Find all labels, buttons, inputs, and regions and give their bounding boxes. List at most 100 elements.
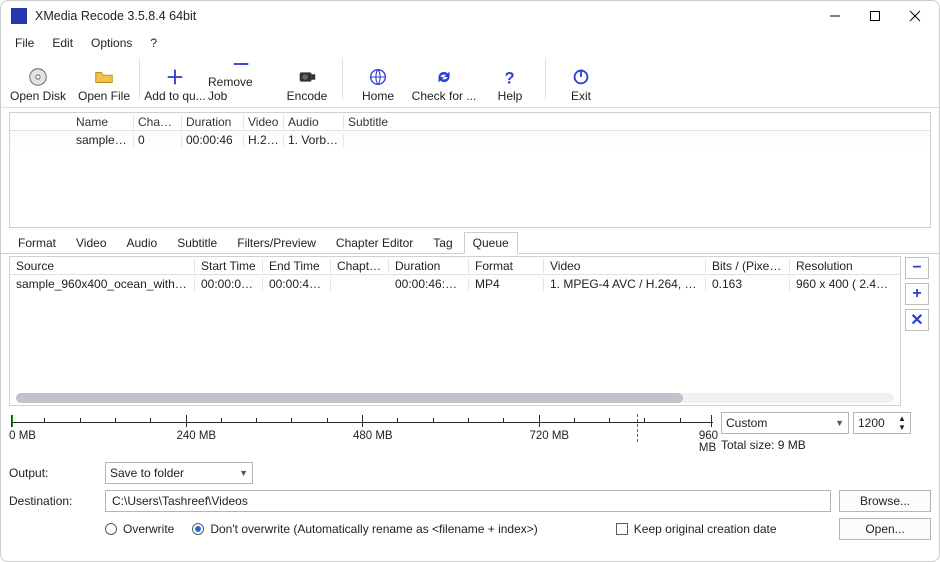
svg-text:?: ? [505,69,515,87]
browse-button[interactable]: Browse... [839,490,931,512]
col-duration[interactable]: Duration [182,115,244,129]
close-button[interactable] [895,2,935,30]
chevron-down-icon: ▼ [835,418,844,428]
globe-icon [367,65,389,89]
qcol-chapters[interactable]: Chapters [331,259,389,273]
output-mode-select[interactable]: Save to folder ▼ [105,462,253,484]
ruler-limit-marker [637,414,638,442]
queue-delete-button[interactable]: ✕ [905,309,929,331]
qcol-start[interactable]: Start Time [195,259,263,273]
exit-button[interactable]: Exit [548,55,614,103]
tab-filters[interactable]: Filters/Preview [228,232,325,254]
power-icon [570,65,592,89]
maximize-button[interactable] [855,2,895,30]
dont-overwrite-radio[interactable]: Don't overwrite (Automatically rename as… [192,522,537,536]
remove-job-button[interactable]: Remove Job [208,55,274,103]
remove-job-label: Remove Job [208,75,274,103]
check-update-label: Check for ... [412,89,477,103]
file-video: H.26... [244,133,284,147]
tab-tag[interactable]: Tag [424,232,461,254]
open-disk-button[interactable]: Open Disk [5,55,71,103]
size-mode-select[interactable]: Custom ▼ [721,412,849,434]
file-audio: 1. Vorbis ... [284,133,344,147]
tab-subtitle[interactable]: Subtitle [168,232,226,254]
file-list-header: Name Chapt... Duration Video Audio Subti… [10,113,930,131]
qcol-duration[interactable]: Duration [389,259,469,273]
menu-options[interactable]: Options [83,34,140,52]
keep-date-checkbox[interactable]: Keep original creation date [616,522,777,536]
tab-chapter-editor[interactable]: Chapter Editor [327,232,422,254]
col-video[interactable]: Video [244,115,284,129]
window-title: XMedia Recode 3.5.8.4 64bit [35,9,815,23]
open-button[interactable]: Open... [839,518,931,540]
file-name: sample_9... [72,133,134,147]
q-resolution: 960 x 400 ( 2.400000 ) [790,277,900,291]
destination-input[interactable]: C:\Users\Tashreef\Videos [105,490,831,512]
output-mode-value: Save to folder [110,466,184,480]
open-file-button[interactable]: Open File [71,55,137,103]
spinner[interactable]: ▲▼ [895,414,909,432]
qcol-end[interactable]: End Time [263,259,331,273]
menu-file[interactable]: File [7,34,42,52]
encode-button[interactable]: Encode [274,55,340,103]
total-size-label: Total size: 9 MB [721,438,931,452]
q-end: 00:00:46... [263,277,331,291]
check-update-button[interactable]: Check for ... [411,55,477,103]
encode-label: Encode [287,89,328,103]
queue-row[interactable]: sample_960x400_ocean_with_... 00:00:00..… [10,275,900,293]
folder-icon [93,65,115,89]
ruler-label: 960 MB [699,430,718,454]
qcol-resolution[interactable]: Resolution [790,259,900,273]
add-to-queue-button[interactable]: Add to qu... [142,55,208,103]
qcol-video[interactable]: Video [544,259,706,273]
q-duration: 00:00:46:616 [389,277,469,291]
size-mode-value: Custom [726,416,767,430]
output-panel: Output: Save to folder ▼ Destination: C:\… [1,454,939,544]
titlebar: XMedia Recode 3.5.8.4 64bit [1,1,939,31]
queue-remove-button[interactable]: − [905,257,929,279]
disc-icon [27,65,49,89]
minus-icon [230,53,252,75]
keep-date-label: Keep original creation date [634,522,777,536]
destination-label: Destination: [9,494,97,508]
menu-help[interactable]: ? [142,34,165,52]
file-duration: 00:00:46 [182,133,244,147]
chevron-down-icon: ▼ [239,468,248,478]
toolbar: Open Disk Open File Add to qu... Remove … [1,55,939,108]
overwrite-label: Overwrite [123,522,174,536]
help-label: Help [498,89,523,103]
tab-queue[interactable]: Queue [464,232,518,254]
tab-format[interactable]: Format [9,232,65,254]
file-row[interactable]: sample_9... 0 00:00:46 H.26... 1. Vorbis… [10,131,930,149]
menu-edit[interactable]: Edit [44,34,81,52]
size-ruler[interactable]: 0 MB 240 MB 480 MB 720 MB 960 MB [9,410,715,454]
col-subtitle[interactable]: Subtitle [344,115,930,129]
overwrite-radio[interactable]: Overwrite [105,522,174,536]
open-file-label: Open File [78,89,130,103]
queue-table: Source Start Time End Time Chapters Dura… [9,256,901,406]
q-bits: 0.163 [706,277,790,291]
tab-video[interactable]: Video [67,232,115,254]
q-video: 1. MPEG-4 AVC / H.264, 1500 ... [544,277,706,291]
output-label: Output: [9,466,97,480]
qcol-bits[interactable]: Bits / (Pixel*... [706,259,790,273]
queue-h-scrollbar[interactable] [16,393,894,403]
col-audio[interactable]: Audio [284,115,344,129]
ruler-label: 240 MB [176,430,216,442]
open-disk-label: Open Disk [10,89,66,103]
refresh-icon [433,65,455,89]
qcol-source[interactable]: Source [10,259,195,273]
size-value-input[interactable]: 1200 ▲▼ [853,412,911,434]
qcol-format[interactable]: Format [469,259,544,273]
col-name[interactable]: Name [72,115,134,129]
app-icon [11,8,27,24]
ruler-label: 720 MB [529,430,569,442]
tab-audio[interactable]: Audio [118,232,167,254]
minimize-button[interactable] [815,2,855,30]
help-button[interactable]: ? Help [477,55,543,103]
size-value: 1200 [858,416,885,430]
settings-tabs: Format Video Audio Subtitle Filters/Prev… [1,232,939,254]
col-chapters[interactable]: Chapt... [134,115,182,129]
home-button[interactable]: Home [345,55,411,103]
queue-add-button[interactable]: + [905,283,929,305]
